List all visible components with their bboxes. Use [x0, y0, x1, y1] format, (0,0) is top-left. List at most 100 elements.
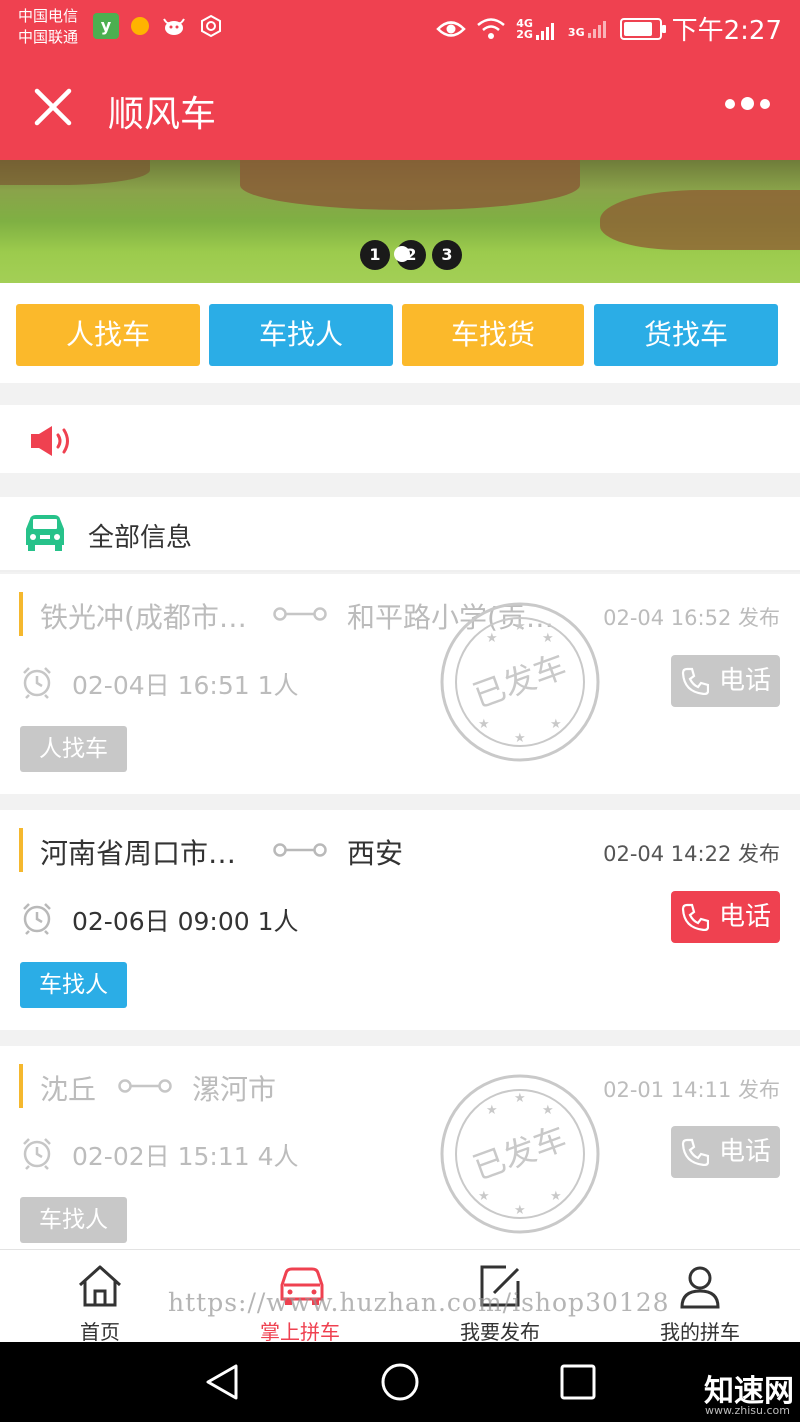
orange-dot-icon: [131, 17, 149, 35]
tab-label: 我的拼车: [660, 1320, 740, 1344]
site-url: www.zhisu.com: [705, 1404, 790, 1417]
carrier-1: 中国电信: [18, 7, 79, 25]
status-right: 4G 2G 3G 下午2:27: [436, 10, 782, 47]
accent-bar: [19, 828, 23, 872]
carrier-2: 中国联通: [18, 28, 79, 46]
phone-icon: [681, 1138, 709, 1166]
alarm-clock-icon: [23, 667, 51, 699]
trip-type-tag: 车找人: [20, 962, 127, 1008]
pager-dot-active[interactable]: 2: [394, 240, 426, 270]
trip-type-tag: 人找车: [20, 726, 127, 772]
hexagon-settings-icon: [201, 14, 221, 38]
trip-destination: 漯河市: [192, 1073, 277, 1106]
call-button[interactable]: 电话: [671, 655, 780, 707]
stamp-text: 已发车: [468, 1120, 571, 1187]
eye-icon: [436, 20, 467, 37]
recent-apps-icon[interactable]: [558, 1362, 598, 1402]
bull-icon: [163, 18, 185, 35]
back-icon[interactable]: [202, 1362, 242, 1402]
alarm-clock-icon: [23, 1138, 51, 1170]
passenger-seeks-car-button[interactable]: 人找车: [16, 304, 200, 366]
trip-origin: 沈丘: [40, 1073, 97, 1106]
departure-info: 02-02日 15:11 4人: [72, 1142, 299, 1171]
banner-carousel[interactable]: 1 2 3: [0, 160, 800, 283]
publish-time: 02-04 14:22 发布: [603, 842, 780, 866]
trip-type-tag: 车找人: [20, 1197, 127, 1243]
watermark-text: https://www.huzhan.com/ishop30128: [168, 1288, 670, 1317]
publish-time: 02-01 14:11 发布: [603, 1078, 780, 1102]
route-arrow-icon: [273, 607, 327, 621]
car-seeks-passenger-button[interactable]: 车找人: [209, 304, 393, 366]
tab-label: 掌上拼车: [260, 1320, 340, 1344]
list-header: 全部信息: [0, 497, 800, 572]
svg-text:★: ★: [514, 619, 526, 634]
departed-stamp: ★ ★ ★ ★ ★ ★ 已发车: [440, 602, 600, 762]
notification-icons: y: [93, 13, 223, 39]
carousel-pager: 1 2 3: [360, 240, 462, 270]
svg-text:★: ★: [550, 717, 562, 732]
call-button[interactable]: 电话: [671, 1126, 780, 1178]
car-icon: [26, 515, 64, 551]
accent-bar: [19, 592, 23, 636]
departure-info: 02-06日 09:00 1人: [72, 907, 299, 936]
trip-destination: 西安: [347, 837, 404, 870]
car-seeks-cargo-button[interactable]: 车找货: [402, 304, 584, 366]
list-title: 全部信息: [88, 523, 193, 553]
svg-text:★: ★: [542, 1103, 554, 1118]
svg-text:★: ★: [550, 1189, 562, 1204]
category-buttons: 人找车 车找人 车找货 货找车: [0, 283, 800, 383]
phone-icon: [681, 903, 709, 931]
trip-origin: 河南省周口市…: [40, 837, 237, 870]
trip-card[interactable]: 河南省周口市… 西安 02-04 14:22 发布 02-06日 09:00 1…: [0, 810, 800, 1030]
alarm-clock-icon: [23, 903, 51, 935]
page-title: 顺风车: [108, 94, 217, 135]
svg-text:★: ★: [486, 1103, 498, 1118]
svg-text:★: ★: [514, 1091, 526, 1106]
signal-4g-icon: 4G 2G: [516, 18, 558, 40]
battery-icon: [619, 17, 666, 40]
departed-stamp: ★ ★ ★ ★ ★ ★ 已发车: [440, 1074, 600, 1234]
call-label: 电话: [719, 902, 772, 932]
more-menu-icon[interactable]: [725, 97, 770, 110]
route-arrow-icon: [118, 1079, 172, 1093]
network-label-2: 2G: [516, 27, 533, 41]
route-arrow-icon: [273, 843, 327, 857]
stamp-text: 已发车: [468, 648, 571, 715]
svg-text:★: ★: [486, 631, 498, 646]
call-button[interactable]: 电话: [671, 891, 780, 943]
departure-info: 02-04日 16:51 1人: [72, 671, 299, 700]
call-label: 电话: [719, 1137, 772, 1167]
wifi-icon: [477, 17, 506, 39]
call-label: 电话: [719, 666, 772, 696]
network-label-3: 3G: [567, 25, 585, 39]
status-bar: 中国电信 中国联通 y 4G 2G 3G 下午2:27: [0, 0, 800, 55]
trip-card[interactable]: 铁光冲(成都市… 和平路小学(贡… 02-04 16:52 发布 02-04日 …: [0, 574, 800, 794]
pager-dot[interactable]: 3: [432, 240, 462, 270]
phone-icon: [681, 667, 709, 695]
cargo-seeks-car-button[interactable]: 货找车: [594, 304, 778, 366]
tab-label: 我要发布: [460, 1320, 540, 1344]
svg-text:★: ★: [514, 731, 526, 746]
app-notification-icon: y: [93, 13, 119, 39]
tab-label: 首页: [80, 1320, 120, 1344]
publish-time: 02-04 16:52 发布: [603, 606, 780, 630]
svg-text:★: ★: [514, 1203, 526, 1218]
notice-bar[interactable]: [0, 405, 800, 473]
close-icon[interactable]: [33, 87, 73, 127]
accent-bar: [19, 1064, 23, 1108]
network-label-1: 4G: [516, 16, 533, 30]
user-icon: [680, 1266, 720, 1309]
system-navigation-bar: [0, 1342, 800, 1422]
clock-time: 下午2:27: [671, 16, 782, 46]
svg-text:★: ★: [542, 631, 554, 646]
pager-dot[interactable]: 1: [360, 240, 390, 270]
signal-3g-icon: 3G: [568, 20, 610, 38]
home-button-icon[interactable]: [380, 1362, 420, 1402]
trip-card[interactable]: 沈丘 漯河市 02-01 14:11 发布 02-02日 15:11 4人 电话…: [0, 1046, 800, 1249]
svg-text:★: ★: [478, 717, 490, 732]
trip-origin: 铁光冲(成都市…: [40, 601, 247, 634]
svg-text:★: ★: [478, 1189, 490, 1204]
carrier-names: 中国电信 中国联通: [18, 6, 78, 48]
nav-bar: 顺风车: [0, 55, 800, 160]
speaker-icon: [31, 426, 69, 456]
